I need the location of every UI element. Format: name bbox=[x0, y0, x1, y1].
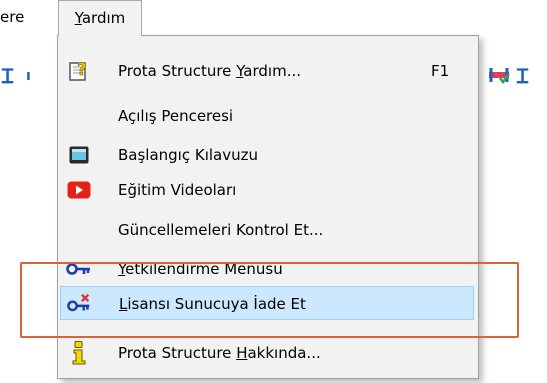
menu-item-return-license-label: Lisansı Sunucuya İade Et bbox=[119, 295, 306, 313]
help-dropdown-menu: ? Prota Structure Yardım... F1 Açılış Pe… bbox=[57, 35, 479, 379]
key-icon bbox=[66, 257, 92, 281]
menu-item-help-label: Prota Structure Yardım... bbox=[118, 62, 301, 80]
menubar-item-help[interactable]: Yardım bbox=[58, 0, 142, 36]
key-remove-icon bbox=[67, 292, 93, 316]
info-icon bbox=[66, 341, 92, 365]
menu-item-licensing-menu[interactable]: Yetkilendirme Menüsü bbox=[60, 252, 474, 286]
menu-bar: ere Yardım bbox=[0, 0, 547, 36]
menu-item-check-updates-label: Güncellemeleri Kontrol Et... bbox=[118, 221, 324, 239]
menu-item-welcome-window[interactable]: Açılış Penceresi bbox=[60, 99, 474, 133]
menubar-item-previous[interactable]: ere bbox=[0, 0, 32, 36]
toolbar-column-icon[interactable]: Ɪ bbox=[517, 66, 528, 86]
menu-item-about[interactable]: Prota Structure Hakkında... bbox=[60, 336, 474, 370]
guide-window-icon bbox=[66, 143, 92, 167]
menu-item-licensing-menu-label: Yetkilendirme Menüsü bbox=[118, 260, 283, 278]
menu-item-welcome-window-label: Açılış Penceresi bbox=[118, 107, 234, 125]
toolbar-tool-icon-2[interactable]: ı bbox=[26, 66, 31, 86]
help-question-icon: ? bbox=[66, 59, 92, 83]
menu-item-check-updates[interactable]: Güncellemeleri Kontrol Et... bbox=[60, 213, 474, 247]
svg-text:?: ? bbox=[77, 60, 87, 80]
menu-item-return-license[interactable]: Lisansı Sunucuya İade Et bbox=[60, 286, 474, 320]
menu-item-training-videos-label: Eğitim Videoları bbox=[118, 181, 237, 199]
toolbar-beam-icon[interactable] bbox=[488, 64, 512, 89]
menubar-help-mnemonic: Y bbox=[74, 9, 82, 27]
menubar-help-label: ardım bbox=[81, 9, 126, 27]
menu-item-training-videos[interactable]: Eğitim Videoları bbox=[60, 173, 474, 207]
menu-item-about-label: Prota Structure Hakkında... bbox=[118, 344, 321, 362]
menubar-item-previous-label: ere bbox=[0, 8, 25, 26]
menu-item-getting-started-guide-label: Başlangıç Kılavuzu bbox=[118, 146, 258, 164]
toolbar-tool-icon[interactable]: Ɪ bbox=[2, 66, 13, 86]
menu-item-help[interactable]: ? Prota Structure Yardım... F1 bbox=[60, 54, 474, 88]
video-play-icon bbox=[66, 178, 92, 202]
menu-item-help-shortcut: F1 bbox=[431, 62, 450, 80]
menu-item-getting-started-guide[interactable]: Başlangıç Kılavuzu bbox=[60, 138, 474, 172]
